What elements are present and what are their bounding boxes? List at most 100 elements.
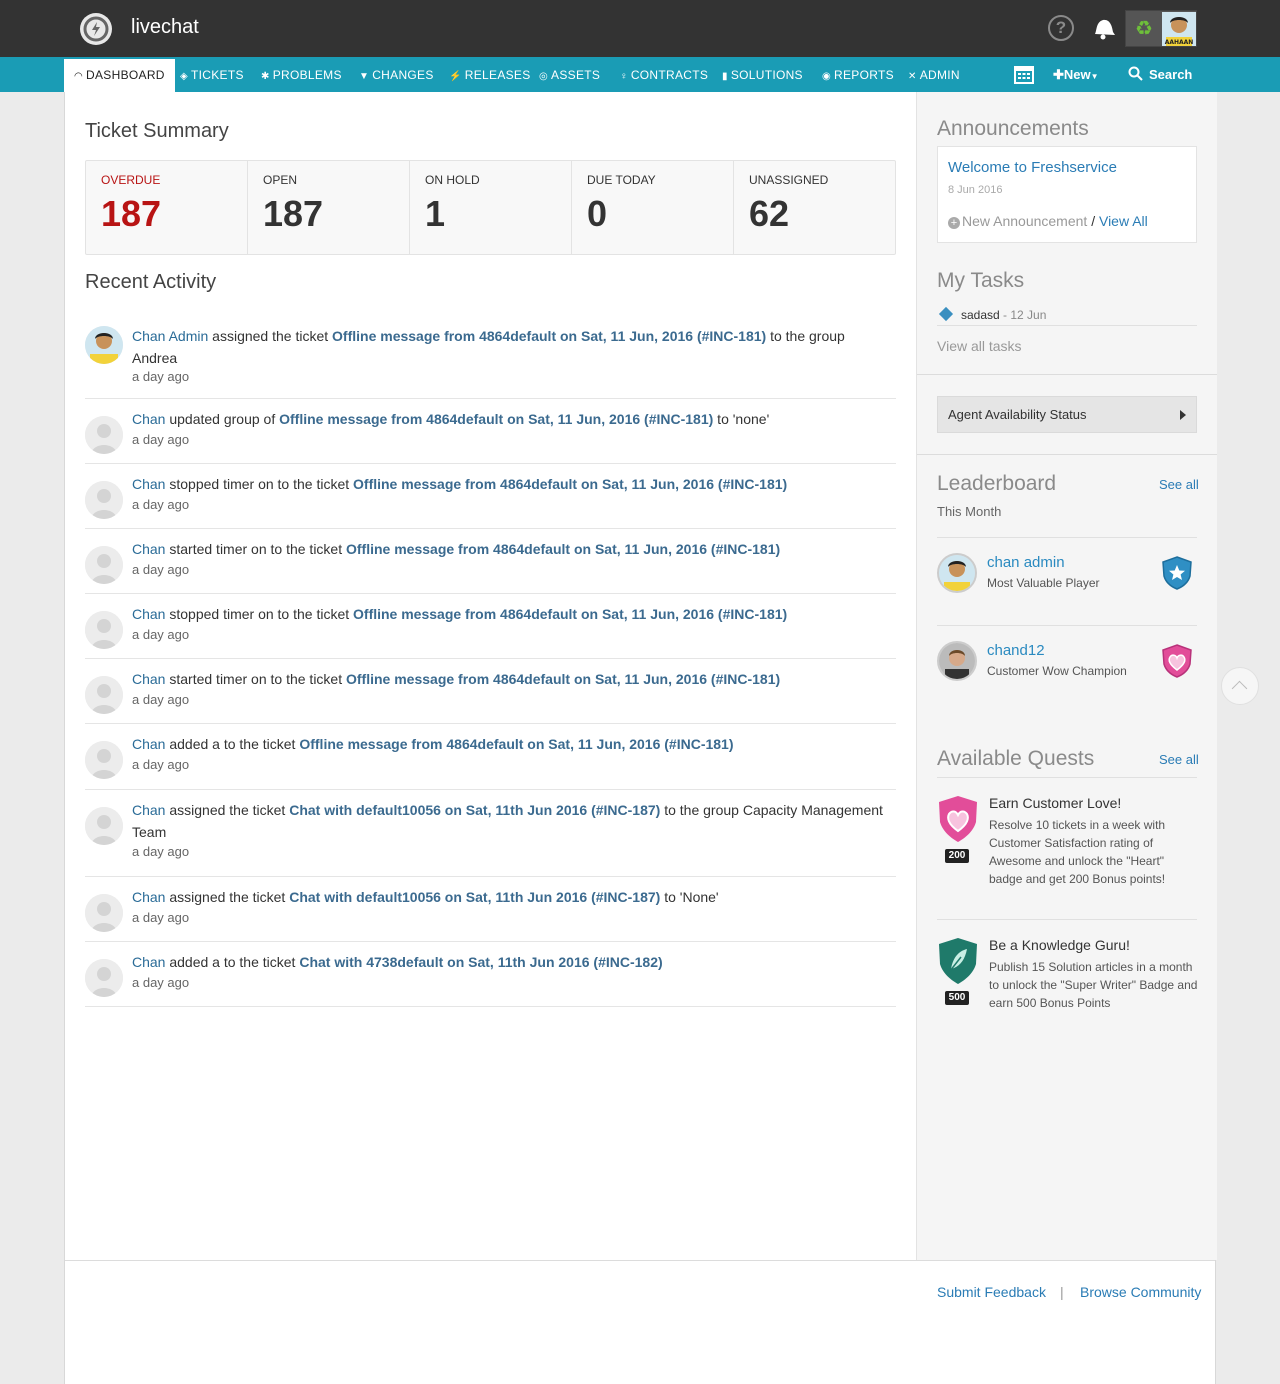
browse-community-link[interactable]: Browse Community [1080,1284,1201,1300]
activity-item: Chan added a to the ticket Chat with 473… [85,942,896,1007]
announcement-link[interactable]: Welcome to Freshservice [948,159,1117,176]
avatar[interactable] [85,807,123,845]
activity-actor-link[interactable]: Chan [132,541,165,557]
activity-item: Chan assigned the ticket Chat with defau… [85,877,896,942]
activity-ticket-link[interactable]: Offline message from 4864default on Sat,… [299,736,733,752]
activity-ticket-link[interactable]: Chat with default10056 on Sat, 11th Jun … [289,802,660,818]
summary-label: UNASSIGNED [749,173,829,187]
avatar[interactable] [85,611,123,649]
activity-actor-link[interactable]: Chan [132,954,165,970]
activity-ticket-link[interactable]: Offline message from 4864default on Sat,… [346,541,780,557]
avatar[interactable] [85,416,123,454]
activity-ticket-link[interactable]: Offline message from 4864default on Sat,… [279,411,713,427]
new-label: New [1063,67,1091,82]
quests-see-all-link[interactable]: See all [1159,752,1199,767]
task-sep: - [999,308,1011,322]
nav-solutions[interactable]: ▮ SOLUTIONS [722,57,803,92]
summary-due-today[interactable]: DUE TODAY 0 [572,161,734,254]
summary-unassigned[interactable]: UNASSIGNED 62 [734,161,896,254]
link-separator: / [1087,213,1099,229]
leaderboard-see-all-link[interactable]: See all [1159,477,1199,492]
activity-ticket-link[interactable]: Chat with default10056 on Sat, 11th Jun … [289,889,660,905]
avatar[interactable] [85,326,123,364]
activity-actor-link[interactable]: Chan [132,802,165,818]
avatar[interactable] [85,894,123,932]
task-item[interactable]: sadasd - 12 Jun [937,306,1197,326]
summary-overdue[interactable]: OVERDUE 187 [86,161,248,254]
summary-label: OVERDUE [101,173,161,187]
activity-actor-link[interactable]: Chan [132,476,165,492]
avatar[interactable] [85,676,123,714]
nav-releases[interactable]: ⚡ RELEASES [449,57,531,92]
avatar[interactable] [85,546,123,584]
activity-ticket-link[interactable]: Offline message from 4864default on Sat,… [332,328,766,344]
freshservice-logo[interactable] [80,13,112,45]
leaderboard-title: Leaderboard [937,472,1057,495]
avatar[interactable] [937,553,977,593]
nav-tickets[interactable]: ◈ TICKETS [180,57,244,92]
new-menu-button[interactable]: ✚New▼ [1053,57,1099,92]
scroll-to-top-button[interactable] [1221,667,1259,705]
heart-badge-icon [937,795,979,843]
nav-problems[interactable]: ✱ PROBLEMS [261,57,342,92]
nav-dashboard[interactable]: ◠ DASHBOARD [64,59,175,92]
activity-actor-link[interactable]: Chan Admin [132,328,208,344]
nav-reports[interactable]: ◉ REPORTS [822,57,894,92]
activity-ticket-link[interactable]: Offline message from 4864default on Sat,… [353,476,787,492]
summary-value: 0 [587,193,608,234]
activity-actor-link[interactable]: Chan [132,736,165,752]
summary-on-hold[interactable]: ON HOLD 1 [410,161,572,254]
nav-assets[interactable]: ◎ ASSETS [539,57,600,92]
activity-suffix: to 'none' [713,411,770,427]
quest-description: Publish 15 Solution articles in a month … [989,960,1198,1010]
task-icon [938,306,954,322]
nav-label: CHANGES [372,68,434,82]
activity-actor-link[interactable]: Chan [132,411,165,427]
activity-actor-link[interactable]: Chan [132,889,165,905]
page-container: Ticket Summary OVERDUE 187 OPEN 187 ON H… [64,92,1217,1384]
quest-description: Resolve 10 tickets in a week with Custom… [989,818,1166,886]
nav-changes[interactable]: ▼ CHANGES [359,57,434,92]
ticket-summary-title: Ticket Summary [85,120,229,142]
top-header: livechat ? ♻ AAHAAN [0,0,1280,57]
leaderboard-name[interactable]: chan admin [987,554,1065,571]
activity-actor-link[interactable]: Chan [132,606,165,622]
leaderboard-name[interactable]: chand12 [987,642,1045,659]
leaderboard-award: Most Valuable Player [987,576,1100,590]
quest-item[interactable]: 500 Be a Knowledge Guru! Publish 15 Solu… [937,937,1197,1027]
nav-label: ASSETS [551,68,601,82]
quest-item[interactable]: 200 Earn Customer Love! Resolve 10 ticke… [937,795,1197,920]
new-announcement-link[interactable]: New Announcement [962,213,1087,229]
quest-points: 200 [945,849,969,863]
activity-action: assigned the ticket [165,802,290,818]
activity-ticket-link[interactable]: Chat with 4738default on Sat, 11th Jun 2… [299,954,662,970]
activity-timestamp: a day ago [132,432,190,447]
nav-contracts[interactable]: ♀ CONTRACTS [620,57,708,92]
caret-right-icon [1180,410,1186,420]
avatar[interactable] [937,641,977,681]
view-all-announcements-link[interactable]: View All [1099,213,1148,229]
avatar[interactable] [85,481,123,519]
search-label: Search [1149,67,1193,82]
activity-actor-link[interactable]: Chan [132,671,165,687]
avatar[interactable]: AAHAAN [1162,12,1196,46]
summary-open[interactable]: OPEN 187 [248,161,410,254]
question-circle-icon[interactable]: ? [1048,15,1074,41]
view-all-tasks-link[interactable]: View all tasks [937,338,1022,354]
activity-text: Chan added a to the ticket Offline messa… [132,733,892,755]
nav-label: CONTRACTS [630,68,709,82]
submit-feedback-link[interactable]: Submit Feedback [937,1284,1046,1300]
bell-icon[interactable] [1091,14,1117,42]
activity-ticket-link[interactable]: Offline message from 4864default on Sat,… [346,671,780,687]
activity-list: Chan Admin assigned the ticket Offline m… [85,312,896,1007]
calendar-icon[interactable] [1014,64,1034,84]
nav-admin[interactable]: ✕ ADMIN [908,57,960,92]
agent-availability-status-button[interactable]: Agent Availability Status [937,396,1197,433]
avatar[interactable] [85,959,123,997]
user-menu[interactable]: ♻ AAHAAN [1125,10,1197,47]
activity-ticket-link[interactable]: Offline message from 4864default on Sat,… [353,606,787,622]
main-nav: ◠ DASHBOARD ◈ TICKETS ✱ PROBLEMS ▼ CHANGES ⚡… [0,57,1280,92]
avatar[interactable] [85,741,123,779]
search-button[interactable]: Search [1128,57,1192,92]
quest-points: 500 [945,991,969,1005]
